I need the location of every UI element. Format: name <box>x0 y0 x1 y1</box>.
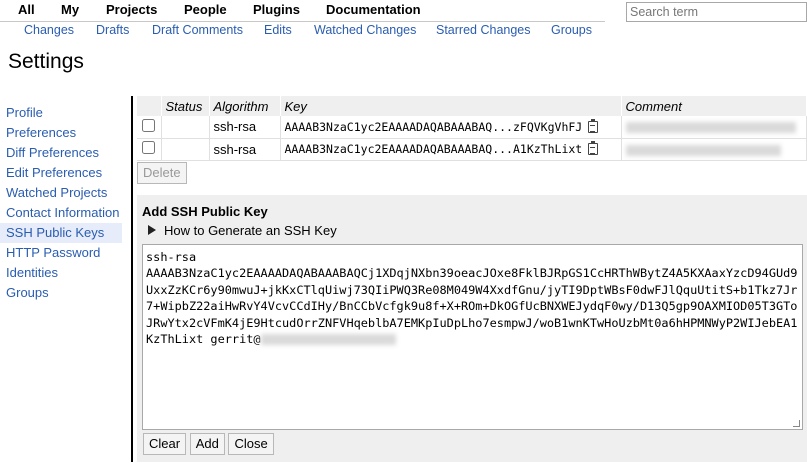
sidebar-item-preferences[interactable]: Preferences <box>0 123 122 143</box>
comment-cell <box>621 138 807 161</box>
nav-documentation[interactable]: Documentation <box>326 2 421 17</box>
redacted-comment <box>625 122 796 134</box>
table-header-row: Status Algorithm Key Comment <box>137 96 807 116</box>
add-button[interactable]: Add <box>189 433 225 455</box>
subnav-draft-comments[interactable]: Draft Comments <box>152 23 243 37</box>
key-text: AAAAB3NzaC1yc2EAAAADAQABAAABAQ...A1KzThL… <box>284 142 583 156</box>
nav-all[interactable]: All <box>18 2 35 17</box>
redacted-email <box>260 334 396 346</box>
subnav-edits[interactable]: Edits <box>264 23 292 37</box>
sidebar-item-identities[interactable]: Identities <box>0 263 122 283</box>
key-cell: AAAAB3NzaC1yc2EAAAADAQABAAABAQ...zFQVKgV… <box>280 116 622 139</box>
close-button[interactable]: Close <box>228 433 274 455</box>
key-textarea-value: ssh-rsa AAAAB3NzaC1yc2EAAAADAQABAAABAQCj… <box>146 250 798 347</box>
algorithm-cell: ssh-rsa <box>209 138 281 161</box>
ssh-keys-table: Status Algorithm Key Comment ssh-rsa AAA… <box>137 96 807 161</box>
subnav-watched-changes[interactable]: Watched Changes <box>314 23 416 37</box>
subnav-changes[interactable]: Changes <box>24 23 74 37</box>
add-key-heading: Add SSH Public Key <box>142 204 268 219</box>
column-header-key: Key <box>280 96 622 116</box>
copy-clipboard-icon[interactable] <box>588 118 599 133</box>
add-key-actions: Clear Add Close <box>143 433 274 455</box>
ssh-key-textarea[interactable]: ssh-rsa AAAAB3NzaC1yc2EAAAADAQABAAABAQCj… <box>142 244 803 430</box>
howto-label: How to Generate an SSH Key <box>164 223 337 238</box>
status-cell <box>161 116 210 139</box>
delete-button[interactable]: Delete <box>137 162 187 184</box>
column-header-comment: Comment <box>621 96 807 116</box>
row-checkbox[interactable] <box>142 118 156 132</box>
sidebar-item-http-password[interactable]: HTTP Password <box>0 243 122 263</box>
subnav-drafts[interactable]: Drafts <box>96 23 129 37</box>
sidebar-item-contact-information[interactable]: Contact Information <box>0 203 122 223</box>
key-text: AAAAB3NzaC1yc2EAAAADAQABAAABAQ...zFQVKgV… <box>284 119 583 134</box>
table-row: ssh-rsa AAAAB3NzaC1yc2EAAAADAQABAAABAQ..… <box>137 138 807 161</box>
row-select-cell <box>137 116 162 139</box>
sidebar-item-ssh-public-keys[interactable]: SSH Public Keys <box>0 223 122 243</box>
page-title: Settings <box>8 50 84 73</box>
status-cell <box>161 138 210 161</box>
column-header-algorithm: Algorithm <box>209 96 281 116</box>
sidebar-divider <box>131 96 133 462</box>
key-cell: AAAAB3NzaC1yc2EAAAADAQABAAABAQ...A1KzThL… <box>280 138 622 161</box>
subnav-groups[interactable]: Groups <box>551 23 592 37</box>
select-column-header <box>137 96 162 116</box>
sidebar-item-diff-preferences[interactable]: Diff Preferences <box>0 143 122 163</box>
settings-sidebar: Profile Preferences Diff Preferences Edi… <box>0 103 122 303</box>
comment-cell <box>621 116 807 139</box>
sidebar-item-groups[interactable]: Groups <box>0 283 122 303</box>
nav-projects[interactable]: Projects <box>106 2 157 17</box>
clear-button[interactable]: Clear <box>143 433 187 455</box>
sidebar-item-edit-preferences[interactable]: Edit Preferences <box>0 163 122 183</box>
subnav-starred-changes[interactable]: Starred Changes <box>436 23 531 37</box>
sidebar-item-profile[interactable]: Profile <box>0 103 122 123</box>
top-nav: All My Projects People Plugins Documenta… <box>0 0 605 22</box>
column-header-status: Status <box>161 96 210 116</box>
row-select-cell <box>137 138 162 161</box>
resize-handle-icon[interactable] <box>793 420 800 427</box>
copy-clipboard-icon[interactable] <box>588 141 599 155</box>
table-row: ssh-rsa AAAAB3NzaC1yc2EAAAADAQABAAABAQ..… <box>137 116 807 139</box>
nav-plugins[interactable]: Plugins <box>253 2 300 17</box>
row-checkbox[interactable] <box>142 141 156 154</box>
algorithm-cell: ssh-rsa <box>209 116 281 139</box>
nav-my[interactable]: My <box>61 2 79 17</box>
sidebar-item-watched-projects[interactable]: Watched Projects <box>0 183 122 203</box>
search-input[interactable] <box>626 2 807 22</box>
triangle-right-icon <box>148 225 156 235</box>
redacted-comment <box>625 144 781 156</box>
howto-disclosure[interactable]: How to Generate an SSH Key <box>148 223 337 238</box>
nav-people[interactable]: People <box>184 2 227 17</box>
